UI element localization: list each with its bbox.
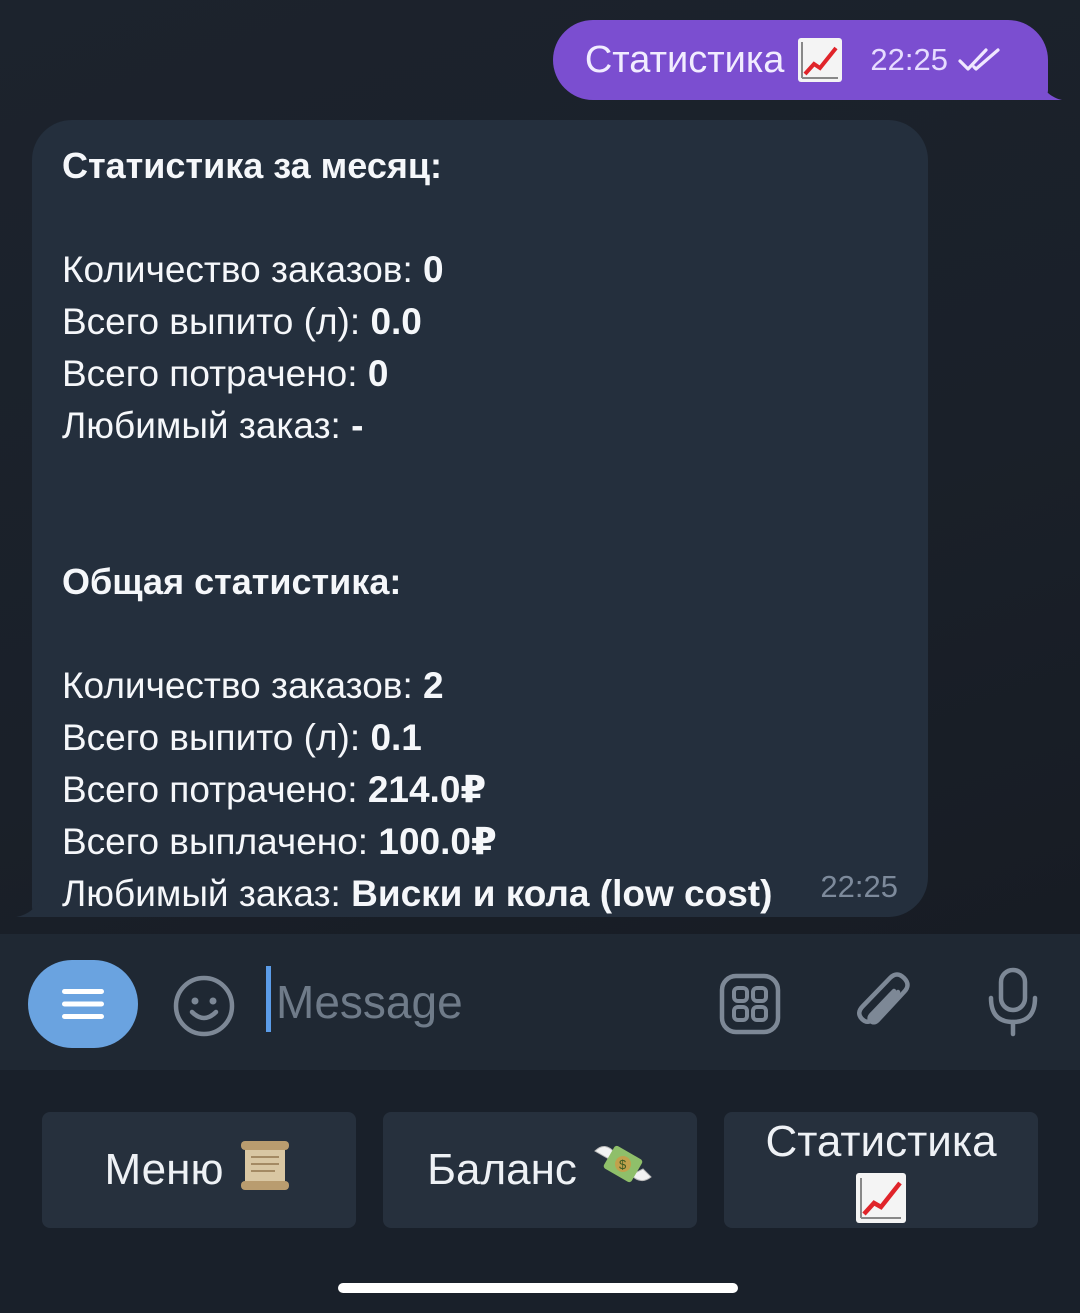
stat-row: Всего выпито (л): 0.0 [62,301,422,342]
hamburger-icon [62,989,104,1019]
keyboard-button-statistics[interactable]: Статистика [724,1112,1038,1228]
scroll-icon [237,1137,293,1204]
keyboard-button-label: Баланс [427,1145,577,1194]
bubble-tail [16,895,42,917]
stat-row: Всего потрачено: 0 [62,353,389,394]
incoming-message[interactable]: Статистика за месяц: Количество заказов:… [32,120,928,917]
keyboard-button-menu[interactable]: Меню [42,1112,356,1228]
keyboard-button-label: Статистика [765,1117,997,1166]
attach-paperclip-icon[interactable] [852,970,914,1038]
chart-increasing-icon [856,1173,906,1223]
home-indicator[interactable] [338,1283,738,1293]
message-input-bar [0,934,1080,1070]
outgoing-message-time: 22:25 [870,42,948,77]
money-with-wings-icon: $ [591,1137,653,1204]
text-cursor [266,966,271,1032]
stat-row: Всего потрачено: 214.0₽ [62,769,487,810]
incoming-message-time: 22:25 [820,869,898,904]
outgoing-message[interactable]: Статистика 22:25 [552,20,1048,100]
chart-increasing-icon [798,38,843,82]
stat-row: Любимый заказ: Виски и кола (low cost) [62,873,773,914]
stat-row: Всего выплачено: 100.0₽ [62,821,497,862]
emoji-smile-icon[interactable] [172,974,236,1038]
stat-row: Количество заказов: 0 [62,249,444,290]
keyboard-button-label: Меню [104,1145,224,1194]
stat-row: Всего выпито (л): 0.1 [62,717,422,758]
outgoing-message-text: Статистика [584,38,785,81]
keyboard-button-balance[interactable]: Баланс $ [383,1112,697,1228]
microphone-icon[interactable] [984,966,1042,1038]
month-stats-heading: Статистика за месяц: [62,145,443,186]
svg-text:$: $ [619,1157,627,1172]
double-check-icon [958,48,1000,71]
chat-area: Статистика 22:25 Статистика за месяц: Ко… [0,0,1080,934]
total-stats-heading: Общая статистика: [62,561,402,602]
bot-menu-button[interactable] [28,960,138,1048]
stat-row: Любимый заказ: - [62,405,364,446]
bot-keyboard-icon[interactable] [718,972,782,1036]
message-input[interactable] [276,964,696,1040]
stat-row: Количество заказов: 2 [62,665,444,706]
bubble-tail [1038,78,1062,100]
reply-keyboard: Меню Баланс $ Статистика [0,1070,1080,1270]
